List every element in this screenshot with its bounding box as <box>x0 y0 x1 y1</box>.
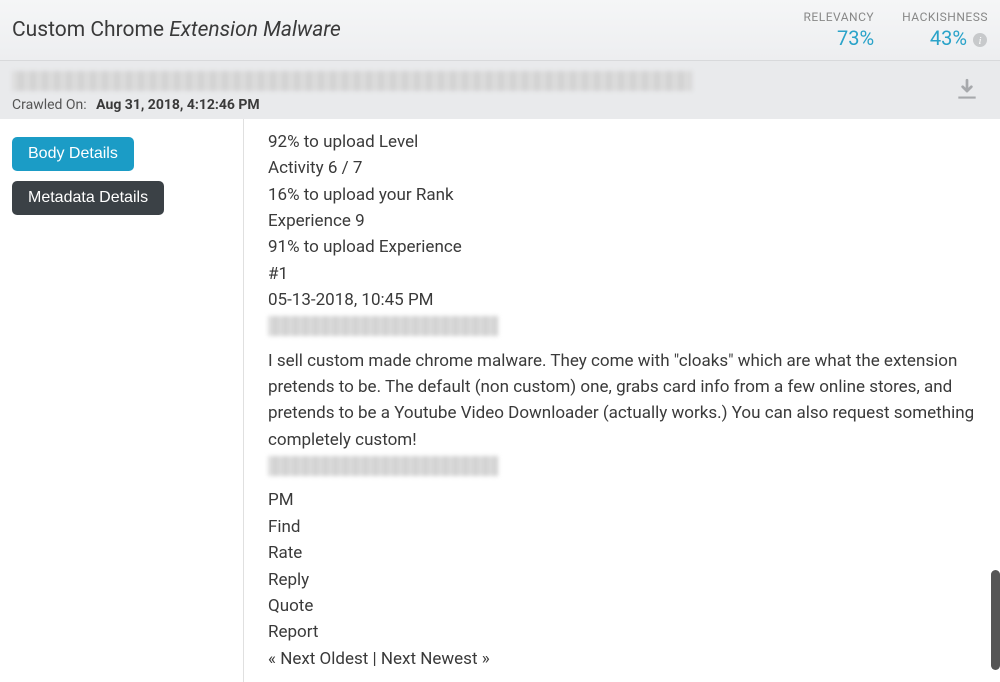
svg-text:i: i <box>978 35 981 47</box>
main-body: 92% to upload Level Activity 6 / 7 16% t… <box>244 119 1000 682</box>
nav-links[interactable]: « Next Oldest | Next Newest » <box>268 646 976 672</box>
page-title: Custom Chrome Extension Malware <box>12 18 341 42</box>
body-line: 05-13-2018, 10:45 PM <box>268 287 976 313</box>
crawl-line: Crawled On: Aug 31, 2018, 4:12:46 PM <box>12 97 988 113</box>
action-link[interactable]: Quote <box>268 593 976 619</box>
metric-label: RELEVANCY <box>804 10 875 24</box>
metric-hackishness: HACKISHNESS 43% i <box>902 10 988 50</box>
title-italic: Extension Malware <box>169 18 341 42</box>
metric-value: 73% <box>804 26 875 50</box>
body-line: Activity 6 / 7 <box>268 155 976 181</box>
header-bar: Custom Chrome Extension Malware RELEVANC… <box>0 0 1000 61</box>
content: Body Details Metadata Details 92% to upl… <box>0 119 1000 682</box>
download-icon[interactable] <box>954 77 980 103</box>
subheader: Crawled On: Aug 31, 2018, 4:12:46 PM <box>0 61 1000 119</box>
action-link[interactable]: Rate <box>268 540 976 566</box>
body-line: Experience 9 <box>268 208 976 234</box>
action-link[interactable]: Report <box>268 619 976 645</box>
action-link[interactable]: Find <box>268 514 976 540</box>
crawled-label: Crawled On: <box>12 97 87 113</box>
redacted-url <box>12 71 692 91</box>
body-line: #1 <box>268 261 976 287</box>
body-line: 91% to upload Experience <box>268 234 976 260</box>
metric-label: HACKISHNESS <box>902 10 988 24</box>
metric-relevancy: RELEVANCY 73% <box>804 10 875 50</box>
sidebar: Body Details Metadata Details <box>0 119 244 682</box>
title-plain: Custom Chrome <box>12 18 169 42</box>
metrics: RELEVANCY 73% HACKISHNESS 43% i <box>804 10 988 50</box>
scrollbar-thumb[interactable] <box>991 570 1000 670</box>
redacted-text <box>268 456 498 476</box>
metadata-details-button[interactable]: Metadata Details <box>12 181 164 215</box>
info-icon[interactable]: i <box>972 32 988 48</box>
body-line: 92% to upload Level <box>268 129 976 155</box>
body-line: 16% to upload your Rank <box>268 182 976 208</box>
body-details-button[interactable]: Body Details <box>12 137 134 171</box>
action-link[interactable]: Reply <box>268 567 976 593</box>
redacted-text <box>268 316 498 336</box>
metric-value: 43% i <box>902 26 988 50</box>
crawled-date: Aug 31, 2018, 4:12:46 PM <box>96 97 260 113</box>
action-link[interactable]: PM <box>268 487 976 513</box>
body-description: I sell custom made chrome malware. They … <box>268 348 976 453</box>
